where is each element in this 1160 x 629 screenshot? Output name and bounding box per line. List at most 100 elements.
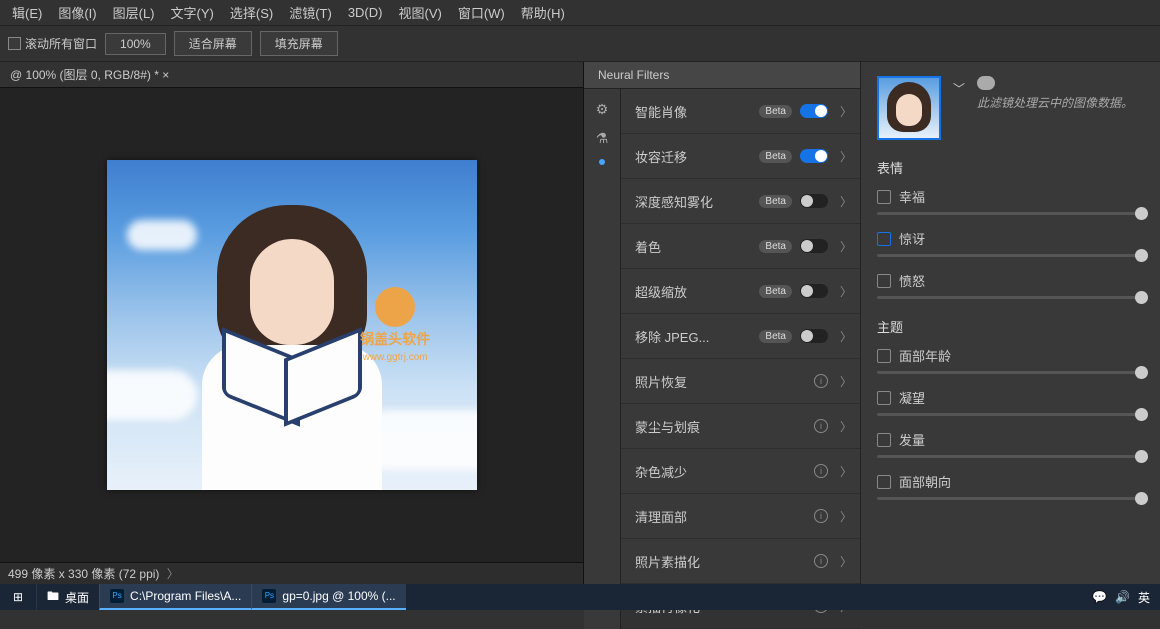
- taskbar: ⊞ 🖿 桌面 Ps C:\Program Files\A... Ps gp=0.…: [0, 584, 1160, 610]
- slider-thumb[interactable]: [1135, 492, 1148, 505]
- taskbar-app-2[interactable]: Ps gp=0.jpg @ 100% (...: [251, 584, 405, 610]
- slider-track[interactable]: [877, 455, 1148, 458]
- flask-icon[interactable]: ⚗: [596, 130, 609, 147]
- info-icon[interactable]: i: [814, 509, 828, 523]
- filter-toggle[interactable]: [800, 239, 828, 253]
- filter-name: 智能肖像: [635, 102, 751, 121]
- filter-row-1[interactable]: 妆容迁移Beta〉: [621, 134, 860, 179]
- filter-row-9[interactable]: 清理面部i〉: [621, 494, 860, 539]
- slider-track[interactable]: [877, 212, 1148, 215]
- filter-row-6[interactable]: 照片恢复 i 〉: [621, 359, 860, 404]
- filter-toggle[interactable]: [800, 284, 828, 298]
- volume-icon[interactable]: 🔊: [1115, 590, 1130, 604]
- chevron-right-icon: 〉: [840, 373, 852, 390]
- ime-indicator[interactable]: 英: [1138, 589, 1150, 606]
- taskbar-desktop-label: 桌面: [65, 589, 89, 606]
- fit-screen-button[interactable]: 适合屏幕: [174, 31, 252, 56]
- panel-tab-neural-filters[interactable]: Neural Filters: [584, 62, 860, 89]
- slider-label: 幸福: [899, 187, 925, 206]
- slider-thumb[interactable]: [1135, 450, 1148, 463]
- filter-name: 妆容迁移: [635, 147, 751, 166]
- info-icon[interactable]: i: [814, 419, 828, 433]
- slider-checkbox[interactable]: [877, 274, 891, 288]
- beta-badge: Beta: [759, 105, 792, 118]
- slider-track[interactable]: [877, 413, 1148, 416]
- start-button[interactable]: ⊞: [0, 590, 36, 604]
- chevron-right-icon: 〉: [840, 553, 852, 570]
- info-icon[interactable]: i: [814, 464, 828, 478]
- filter-row-4[interactable]: 超级缩放Beta〉: [621, 269, 860, 314]
- fill-screen-button[interactable]: 填充屏幕: [260, 31, 338, 56]
- menu-help[interactable]: 帮助(H): [513, 3, 573, 22]
- slider-checkbox[interactable]: [877, 232, 891, 246]
- filter-name: 照片素描化: [635, 552, 806, 571]
- filter-toggle[interactable]: [800, 149, 828, 163]
- slider-checkbox[interactable]: [877, 190, 891, 204]
- info-icon[interactable]: i: [814, 374, 828, 388]
- neural-filters-panel: Neural Filters ⚙ ⚗ 智能肖像Beta〉妆容迁移Beta〉深度感…: [583, 62, 1160, 584]
- filter-name: 杂色减少: [635, 462, 806, 481]
- slider-thumb[interactable]: [1135, 249, 1148, 262]
- menu-layer[interactable]: 图层(L): [105, 3, 163, 22]
- menu-3d[interactable]: 3D(D): [340, 5, 391, 20]
- chevron-right-icon: 〉: [840, 463, 852, 480]
- canvas-area[interactable]: 锅盖头软件 www.ggtrj.com: [0, 88, 583, 562]
- notifications-icon[interactable]: 💬: [1092, 590, 1107, 604]
- menu-edit[interactable]: 辑(E): [4, 3, 50, 22]
- filter-row-3[interactable]: 着色Beta〉: [621, 224, 860, 269]
- slider-checkbox[interactable]: [877, 475, 891, 489]
- chevron-right-icon: 〉: [840, 103, 852, 120]
- filter-name: 蒙尘与划痕: [635, 417, 806, 436]
- beta-badge: Beta: [759, 150, 792, 163]
- sliders-icon[interactable]: ⚙: [596, 101, 609, 118]
- slider-thumb[interactable]: [1135, 408, 1148, 421]
- taskbar-app-1[interactable]: Ps C:\Program Files\A...: [99, 584, 251, 610]
- filter-settings-panel: ﹀ 此滤镜处理云中的图像数据。 表情 幸福惊讶愤怒 主题 面部年龄凝望发量面部朝…: [860, 62, 1160, 584]
- slider-track[interactable]: [877, 371, 1148, 374]
- menu-view[interactable]: 视图(V): [390, 3, 449, 22]
- filter-toggle[interactable]: [800, 104, 828, 118]
- slider-track[interactable]: [877, 296, 1148, 299]
- filter-name: 超级缩放: [635, 282, 751, 301]
- slider-label: 面部朝向: [899, 472, 951, 491]
- menu-text[interactable]: 文字(Y): [163, 3, 222, 22]
- filter-row-7[interactable]: 蒙尘与划痕i〉: [621, 404, 860, 449]
- filter-row-0[interactable]: 智能肖像 Beta 〉: [621, 89, 860, 134]
- filter-row-5[interactable]: 移除 JPEG...Beta〉: [621, 314, 860, 359]
- document-tab[interactable]: @ 100% (图层 0, RGB/8#) * ×: [0, 62, 583, 88]
- scroll-all-label: 滚动所有窗口: [25, 35, 97, 52]
- filter-toggle[interactable]: [800, 329, 828, 343]
- status-bar: 499 像素 x 330 像素 (72 ppi) 〉: [0, 562, 583, 584]
- chevron-down-icon[interactable]: ﹀: [953, 76, 965, 97]
- slider-track[interactable]: [877, 254, 1148, 257]
- theme-slider-2: 发量: [877, 430, 1148, 458]
- canvas-pane: @ 100% (图层 0, RGB/8#) * × 锅盖头软件 www.ggtr…: [0, 62, 583, 584]
- menu-window[interactable]: 窗口(W): [450, 3, 513, 22]
- menu-filter[interactable]: 滤镜(T): [281, 3, 340, 22]
- slider-checkbox[interactable]: [877, 349, 891, 363]
- slider-track[interactable]: [877, 497, 1148, 500]
- slider-thumb[interactable]: [1135, 207, 1148, 220]
- info-icon[interactable]: i: [814, 554, 828, 568]
- options-toolbar: 滚动所有窗口 100% 适合屏幕 填充屏幕: [0, 26, 1160, 62]
- face-thumbnail[interactable]: [877, 76, 941, 140]
- menu-select[interactable]: 选择(S): [222, 3, 281, 22]
- menu-image[interactable]: 图像(I): [50, 3, 104, 22]
- scroll-all-checkbox[interactable]: 滚动所有窗口: [8, 35, 97, 52]
- filter-row-10[interactable]: 照片素描化 i 〉: [621, 539, 860, 584]
- slider-thumb[interactable]: [1135, 291, 1148, 304]
- section-theme-title: 主题: [877, 317, 1148, 336]
- filter-row-8[interactable]: 杂色减少 i 〉: [621, 449, 860, 494]
- taskbar-app-2-label: gp=0.jpg @ 100% (...: [282, 589, 395, 603]
- slider-checkbox[interactable]: [877, 433, 891, 447]
- filter-name: 照片恢复: [635, 372, 806, 391]
- taskbar-desktop[interactable]: 🖿 桌面: [36, 584, 99, 610]
- filter-row-2[interactable]: 深度感知雾化Beta〉: [621, 179, 860, 224]
- filter-toggle[interactable]: [800, 194, 828, 208]
- chevron-right-icon[interactable]: 〉: [167, 567, 179, 581]
- slider-label: 惊讶: [899, 229, 925, 248]
- slider-thumb[interactable]: [1135, 366, 1148, 379]
- zoom-level-button[interactable]: 100%: [105, 33, 166, 55]
- filter-name: 移除 JPEG...: [635, 327, 751, 346]
- slider-checkbox[interactable]: [877, 391, 891, 405]
